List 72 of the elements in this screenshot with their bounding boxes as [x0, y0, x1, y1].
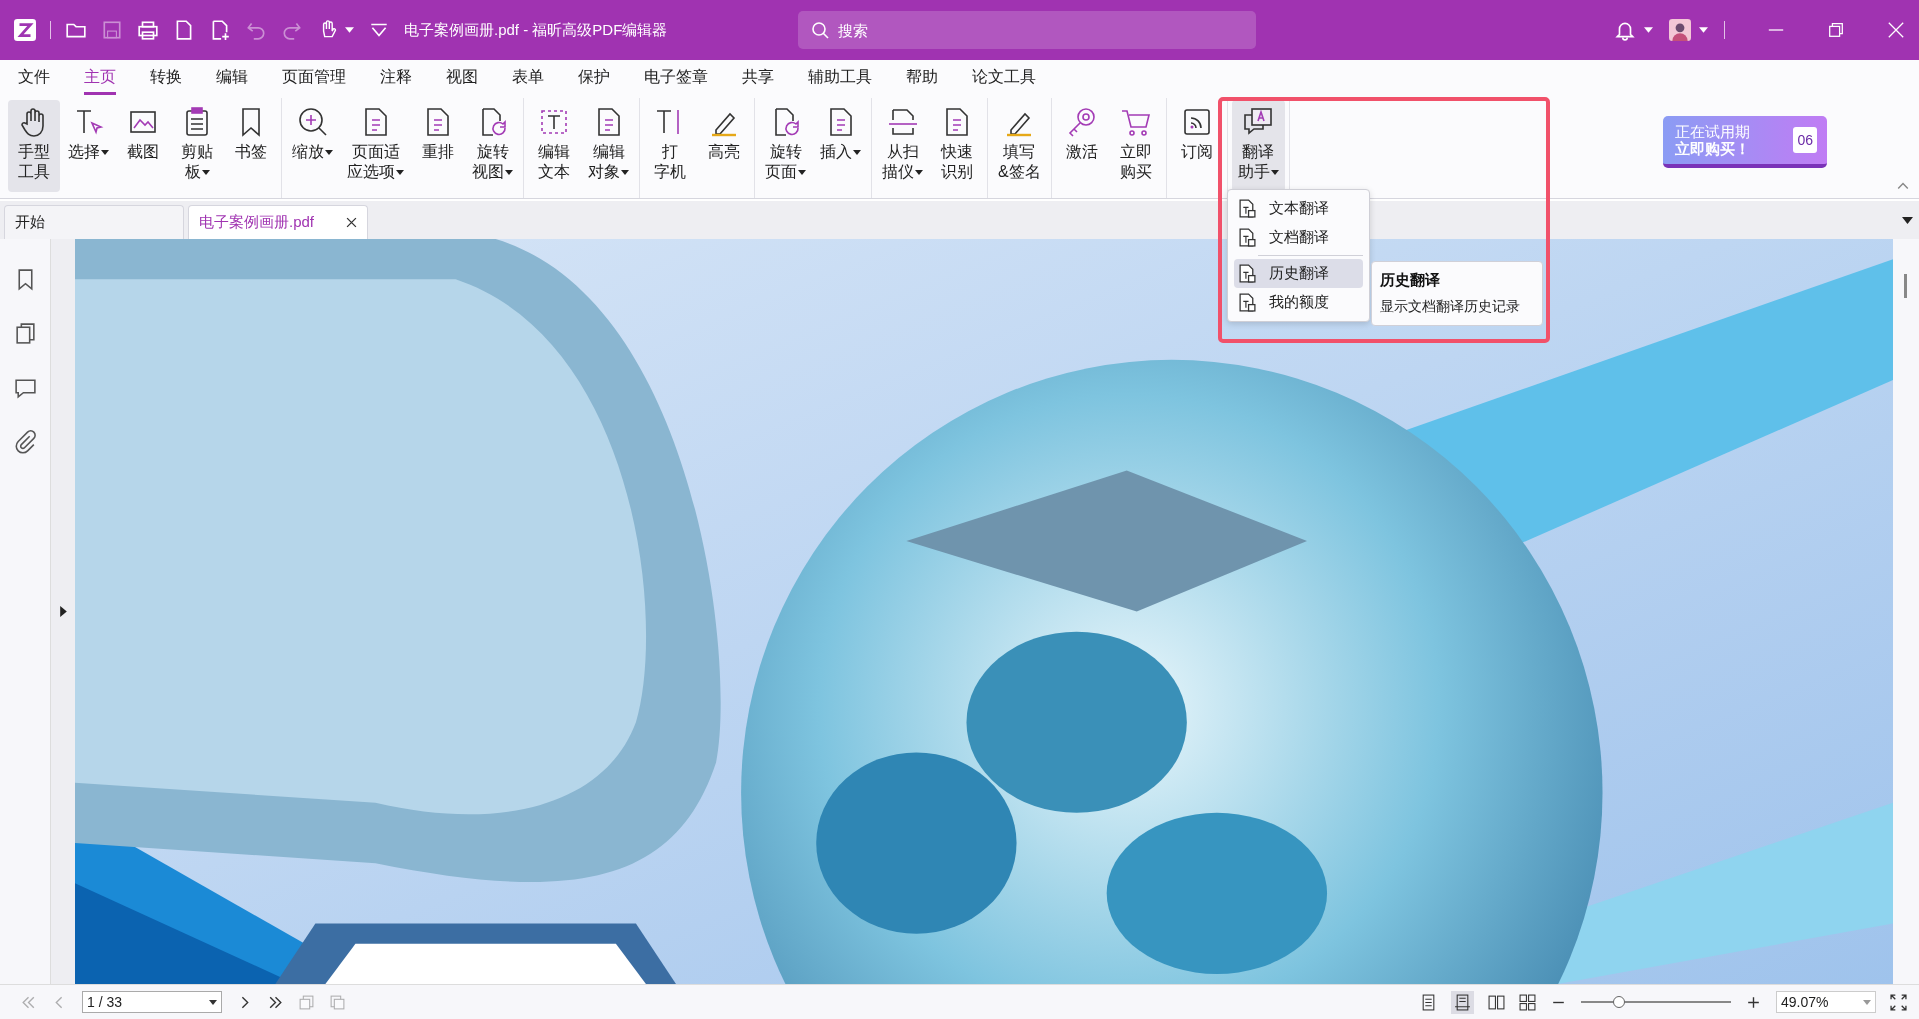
print-icon[interactable]: [137, 19, 159, 41]
menu-tab[interactable]: 文件: [18, 63, 50, 95]
single-page-icon[interactable]: [1420, 993, 1437, 1011]
ribbon-button[interactable]: 快速 识别: [931, 100, 983, 192]
menu-tab[interactable]: 保护: [578, 63, 610, 95]
collapse-ribbon-icon[interactable]: [1897, 182, 1909, 190]
two-page-icon[interactable]: [1488, 993, 1505, 1011]
ribbon-button[interactable]: 页面适 应选项: [341, 100, 410, 192]
scanner-icon: [886, 106, 919, 138]
avatar-icon[interactable]: [1669, 19, 1691, 41]
continuous-page-icon[interactable]: [1451, 990, 1474, 1014]
ribbon-button[interactable]: 翻译 助手: [1231, 100, 1285, 192]
menu-tab[interactable]: 转换: [150, 63, 182, 95]
fullscreen-icon[interactable]: [1890, 993, 1907, 1011]
zoom-field[interactable]: 49.07%: [1776, 991, 1876, 1013]
days-counter: 06: [1793, 127, 1817, 153]
menu-tab[interactable]: 帮助: [906, 63, 938, 95]
ribbon-button[interactable]: 缩放: [286, 100, 339, 192]
menu-item[interactable]: 历史翻译: [1234, 259, 1363, 288]
page-number-field[interactable]: 1 / 33: [82, 991, 222, 1013]
app-logo-icon: [14, 19, 36, 41]
document-icon: [1238, 293, 1257, 312]
ribbon-button[interactable]: 从扫 描仪: [876, 100, 929, 192]
caret-icon[interactable]: [1902, 216, 1913, 224]
expand-panel-icon[interactable]: [59, 606, 67, 617]
ribbon-button[interactable]: 高亮: [698, 100, 750, 192]
menu-tab[interactable]: 视图: [446, 63, 478, 95]
ribbon-button[interactable]: 剪贴 板: [171, 100, 223, 192]
tooltip-text: 显示文档翻译历史记录: [1380, 298, 1521, 316]
ribbon-button[interactable]: 旋转 页面: [759, 100, 812, 192]
ribbon-button[interactable]: 选择: [62, 100, 115, 192]
search-icon: [810, 20, 830, 40]
document-icon: [1238, 264, 1257, 283]
menu-tab[interactable]: 表单: [512, 63, 544, 95]
ribbon-button[interactable]: 订阅: [1170, 100, 1223, 192]
window-title: 电子案例画册.pdf - 福昕高级PDF编辑器: [404, 20, 669, 40]
trial-badge[interactable]: 正在试用期 立即购买！ 06: [1663, 116, 1827, 168]
document-tab[interactable]: 电子案例画册.pdf: [188, 205, 368, 239]
menu-tab[interactable]: 电子签章: [644, 63, 708, 95]
menu-item[interactable]: 文档翻译: [1234, 223, 1363, 252]
ribbon-button[interactable]: 填写 &签名: [992, 100, 1047, 192]
menu-tab[interactable]: 编辑: [216, 63, 248, 95]
ribbon-button[interactable]: 编辑 文本: [528, 100, 580, 192]
menu-tab[interactable]: 共享: [742, 63, 774, 95]
document-icon: [1238, 228, 1257, 247]
ribbon-button[interactable]: 激活: [1055, 100, 1108, 192]
document-tab[interactable]: 开始: [4, 205, 184, 239]
ribbon-button[interactable]: 立即 购买: [1109, 100, 1162, 192]
slider-thumb[interactable]: [1612, 996, 1625, 1008]
close-icon[interactable]: [346, 217, 357, 228]
scrollbar-thumb[interactable]: [1904, 274, 1907, 298]
caret-icon[interactable]: [209, 999, 217, 1005]
ribbon-button[interactable]: 编辑 对象: [582, 100, 635, 192]
restore-icon[interactable]: [1827, 21, 1845, 39]
menu-tab[interactable]: 主页: [84, 63, 116, 95]
two-page-continuous-icon[interactable]: [1519, 993, 1536, 1011]
ribbon-button[interactable]: 书签: [225, 100, 277, 192]
ribbon-button[interactable]: 手型 工具: [8, 100, 60, 192]
ribbon-button[interactable]: 旋转 视图: [466, 100, 519, 192]
ribbon-button[interactable]: 重排: [412, 100, 464, 192]
menu-tab[interactable]: 页面管理: [282, 63, 346, 95]
menu-item[interactable]: 文本翻译: [1234, 194, 1363, 223]
tooltip-title: 历史翻译: [1380, 271, 1441, 290]
zoom-icon: [296, 106, 329, 138]
document-icon: [1238, 199, 1257, 218]
ribbon-button[interactable]: 截图: [117, 100, 169, 192]
menu-tab[interactable]: 注释: [380, 63, 412, 95]
menu-item[interactable]: 我的额度: [1234, 288, 1363, 317]
menu-tab[interactable]: 辅助工具: [808, 63, 872, 95]
menu-tab[interactable]: 论文工具: [972, 63, 1036, 95]
ribbon-button[interactable]: 插入: [814, 100, 867, 192]
ribbon-button[interactable]: 打 字机: [644, 100, 696, 192]
